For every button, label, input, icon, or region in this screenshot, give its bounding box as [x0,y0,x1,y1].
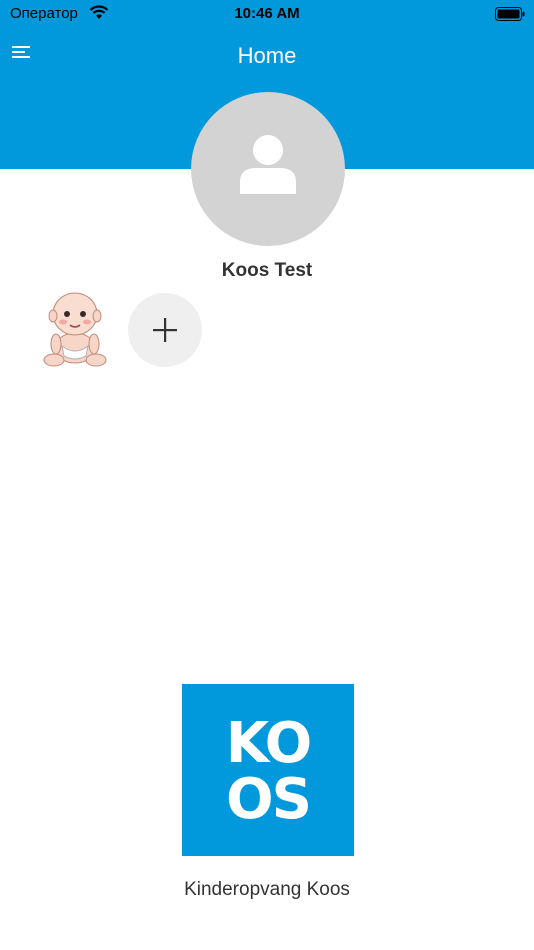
profile-name: Koos Test [221,260,313,281]
child-avatar[interactable] [36,290,114,370]
profile-avatar[interactable] [191,92,345,246]
person-icon [240,135,296,194]
baby-image [43,292,107,367]
plus-icon [153,318,177,342]
company-name: Kinderopvang Koos [184,879,350,900]
logo-line-1: KO [225,711,312,776]
logo-line-2: OS [226,767,312,832]
battery-icon [495,7,525,26]
koos-logo: KO OS [182,684,354,856]
add-child-button[interactable] [128,293,202,367]
status-time: 10:46 AM [234,5,300,22]
page-title: Home [237,43,297,68]
status-bar: Оператор 10:46 AM [0,0,534,28]
